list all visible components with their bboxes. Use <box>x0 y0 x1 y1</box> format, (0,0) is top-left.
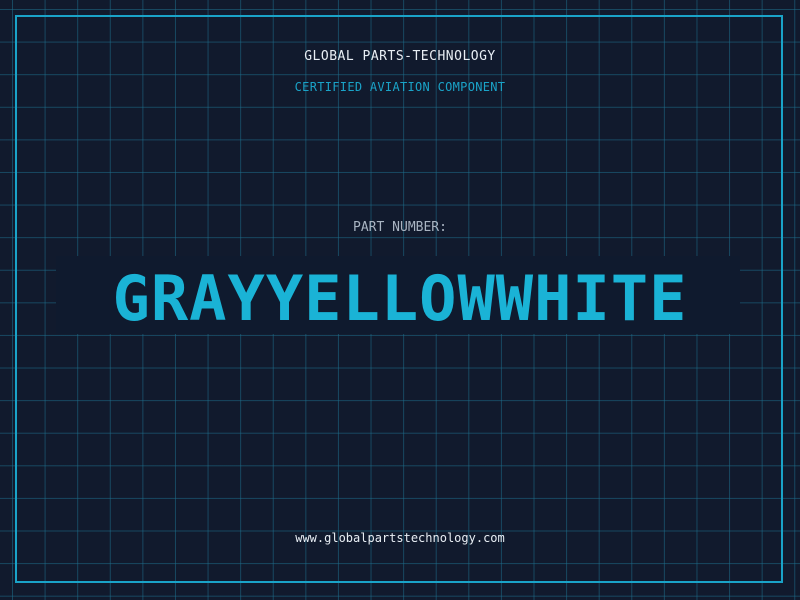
part-number-label: PART NUMBER: <box>353 220 447 235</box>
part-number-value: GRAYYELLOWWHITE <box>112 262 688 335</box>
label-canvas: GLOBAL PARTS-TECHNOLOGY CERTIFIED AVIATI… <box>0 0 800 600</box>
certification-subtitle: CERTIFIED AVIATION COMPONENT <box>294 80 506 94</box>
website-url: www.globalpartstechnology.com <box>295 531 505 545</box>
brand-title: GLOBAL PARTS-TECHNOLOGY <box>304 49 496 64</box>
